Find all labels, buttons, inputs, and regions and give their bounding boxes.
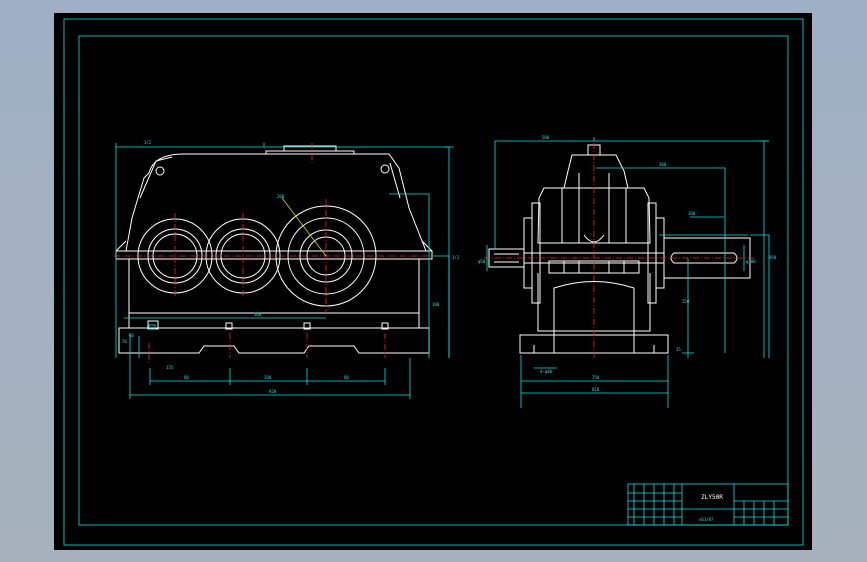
svg-text:70: 70 bbox=[122, 339, 127, 344]
drawing-sheet: 1/2 1/2 100 300 70 200 135 80 200 80 920… bbox=[63, 18, 804, 546]
cad-viewport: 1/2 1/2 100 300 70 200 135 80 200 80 920… bbox=[0, 0, 867, 562]
svg-text:φ50: φ50 bbox=[478, 259, 486, 264]
svg-text:135: 135 bbox=[166, 365, 174, 370]
svg-text:950: 950 bbox=[769, 255, 777, 260]
svg-text:35: 35 bbox=[676, 347, 681, 352]
svg-text:1/2: 1/2 bbox=[452, 255, 460, 260]
svg-text:200: 200 bbox=[277, 194, 285, 199]
svg-text:500: 500 bbox=[542, 135, 550, 140]
title-block: ZLY50R n61/R7 bbox=[627, 483, 789, 526]
svg-text:80: 80 bbox=[184, 375, 189, 380]
svg-text:250: 250 bbox=[682, 299, 690, 304]
side-view bbox=[484, 143, 754, 358]
svg-text:300: 300 bbox=[254, 312, 262, 317]
svg-text:100: 100 bbox=[688, 211, 696, 216]
svg-text:φ100: φ100 bbox=[746, 259, 756, 264]
svg-text:200: 200 bbox=[264, 375, 272, 380]
front-view-dimensions: 1/2 1/2 100 300 70 200 135 80 200 80 920… bbox=[115, 140, 460, 399]
side-view-dimensions: 500 300 100 950 250 35 φ50 φ100 4-φ40 75… bbox=[478, 135, 777, 408]
svg-text:750: 750 bbox=[592, 375, 600, 380]
svg-text:920: 920 bbox=[269, 389, 277, 394]
svg-text:80: 80 bbox=[344, 375, 349, 380]
drawing-code: n61/R7 bbox=[699, 517, 714, 522]
svg-text:100: 100 bbox=[432, 302, 440, 307]
svg-text:4-φ40: 4-φ40 bbox=[540, 369, 553, 374]
svg-text:810: 810 bbox=[592, 387, 600, 392]
drawing-canvas[interactable]: 1/2 1/2 100 300 70 200 135 80 200 80 920… bbox=[54, 13, 812, 550]
svg-text:1/2: 1/2 bbox=[144, 140, 152, 145]
front-view bbox=[114, 143, 436, 363]
svg-text:60: 60 bbox=[129, 333, 134, 338]
svg-text:300: 300 bbox=[659, 162, 667, 167]
drawing-name: ZLY50R bbox=[701, 494, 723, 501]
